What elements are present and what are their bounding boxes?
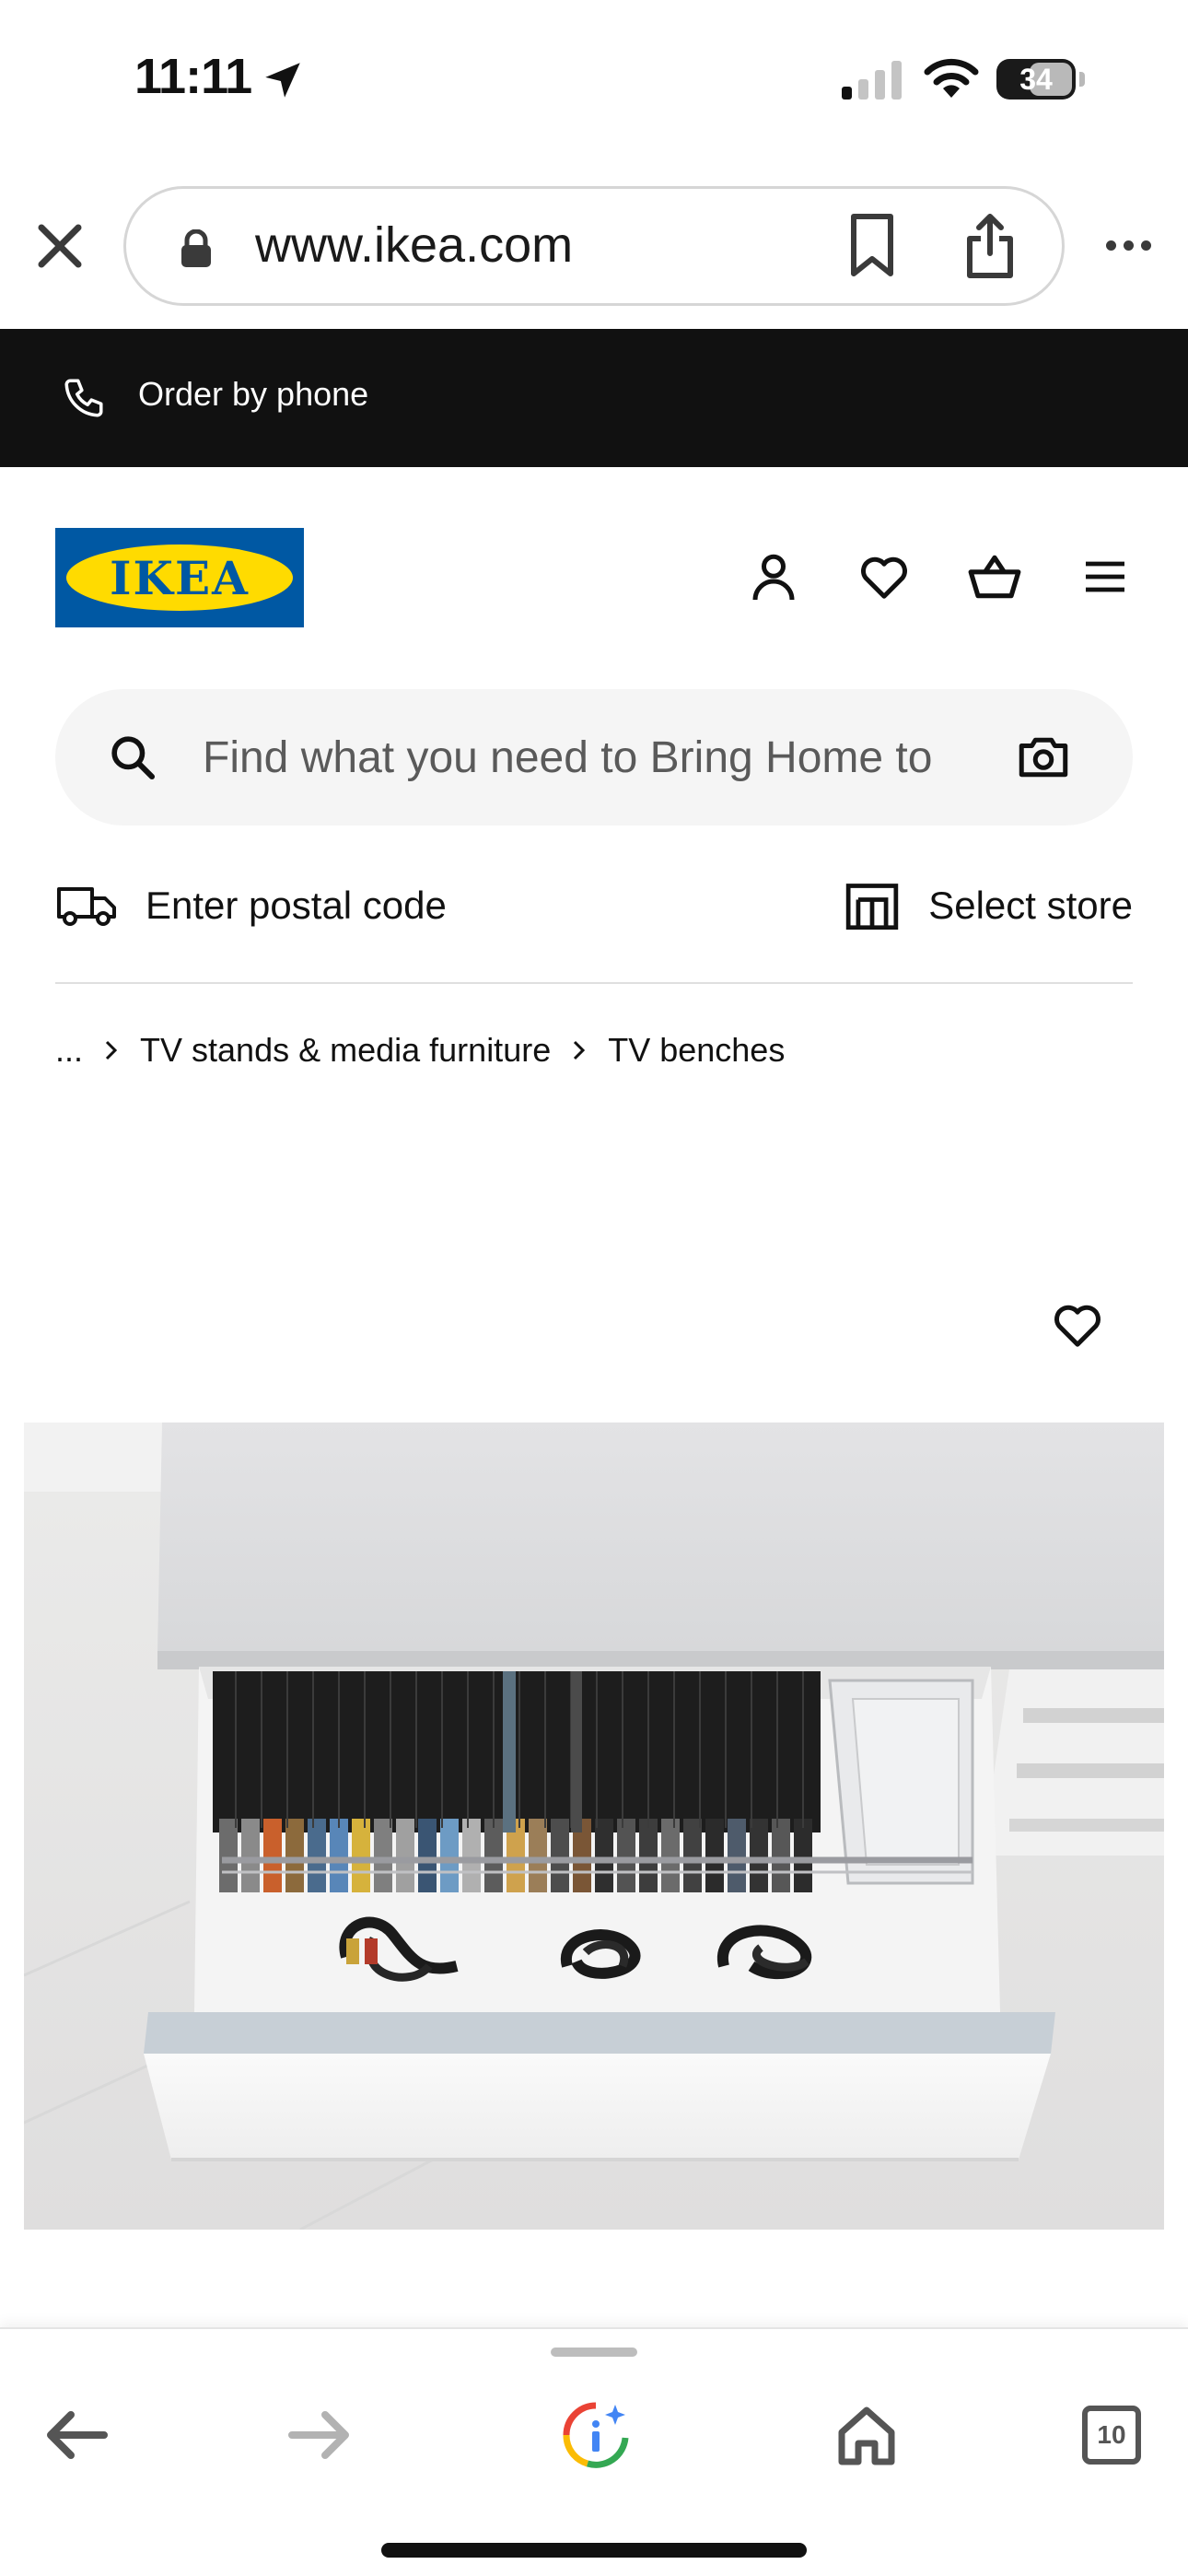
phone-icon [64, 379, 103, 417]
account-icon [752, 554, 795, 601]
search-icon [111, 736, 156, 780]
postal-code-label: Enter postal code [146, 884, 447, 927]
tabs-button[interactable]: 10 [1070, 2394, 1153, 2476]
signal-icon [842, 61, 902, 100]
order-by-phone-label: Order by phone [138, 375, 369, 413]
account-button[interactable] [740, 544, 807, 610]
breadcrumb-item-tv-stands[interactable]: TV stands & media furniture [140, 1031, 551, 1070]
location-arrow-icon [265, 63, 300, 98]
battery-level: 34 [1019, 63, 1053, 96]
logo-text: IKEA [110, 550, 250, 605]
search-bar[interactable] [55, 689, 1133, 825]
google-assistant-icon [563, 2402, 629, 2468]
url-bar[interactable]: www.ikea.com [123, 186, 1065, 306]
save-to-favourites-button[interactable] [1044, 1294, 1111, 1356]
back-button[interactable] [35, 2394, 118, 2476]
basket-button[interactable] [961, 544, 1028, 610]
divider [55, 982, 1133, 984]
tabs-count: 10 [1097, 2420, 1126, 2449]
order-by-phone-banner[interactable]: Order by phone [0, 329, 1188, 467]
home-button[interactable] [825, 2394, 908, 2476]
lock-icon [181, 229, 211, 267]
chevron-right-icon [571, 1038, 588, 1062]
store-icon [846, 884, 899, 931]
heart-icon [1054, 1305, 1101, 1347]
menu-icon [1086, 561, 1124, 592]
breadcrumb: ... TV stands & media furniture TV bench… [55, 1028, 785, 1072]
share-icon[interactable] [962, 211, 1018, 283]
google-assistant-button[interactable] [554, 2394, 637, 2476]
postal-code-button[interactable]: Enter postal code [55, 877, 447, 934]
ikea-logo[interactable]: IKEA [55, 528, 304, 627]
status-bar: 11:11 34 [0, 0, 1188, 161]
truck-icon [57, 887, 116, 926]
close-button[interactable] [28, 214, 92, 278]
back-arrow-icon [47, 2411, 108, 2459]
camera-icon[interactable] [1015, 730, 1072, 785]
bookmark-icon[interactable] [844, 211, 900, 281]
wifi-icon [924, 58, 979, 98]
select-store-button[interactable]: Select store [844, 877, 1133, 934]
basket-icon [968, 555, 1021, 599]
chevron-right-icon [103, 1038, 120, 1062]
sheet-handle[interactable] [551, 2348, 637, 2357]
breadcrumb-ellipsis[interactable]: ... [55, 1031, 83, 1070]
breadcrumb-item-tv-benches[interactable]: TV benches [608, 1031, 785, 1070]
home-indicator[interactable] [381, 2543, 807, 2558]
forward-button[interactable] [278, 2394, 361, 2476]
forward-arrow-icon [288, 2411, 349, 2459]
product-image[interactable] [24, 1423, 1164, 2230]
menu-button[interactable] [1072, 544, 1138, 610]
status-time: 11:11 [134, 49, 252, 104]
more-icon[interactable] [1094, 227, 1162, 263]
battery-icon: 34 [996, 59, 1076, 100]
close-icon [38, 224, 82, 268]
browser-bottom-toolbar: 10 [0, 2327, 1188, 2576]
battery-nub [1079, 72, 1085, 87]
heart-icon [861, 556, 907, 599]
tv-bench-drawer-illustration [24, 1423, 1164, 2230]
home-icon [838, 2406, 895, 2465]
search-input[interactable] [203, 689, 1050, 825]
url-text: www.ikea.com [255, 217, 574, 273]
wishlist-button[interactable] [851, 544, 917, 610]
select-store-label: Select store [928, 884, 1133, 927]
